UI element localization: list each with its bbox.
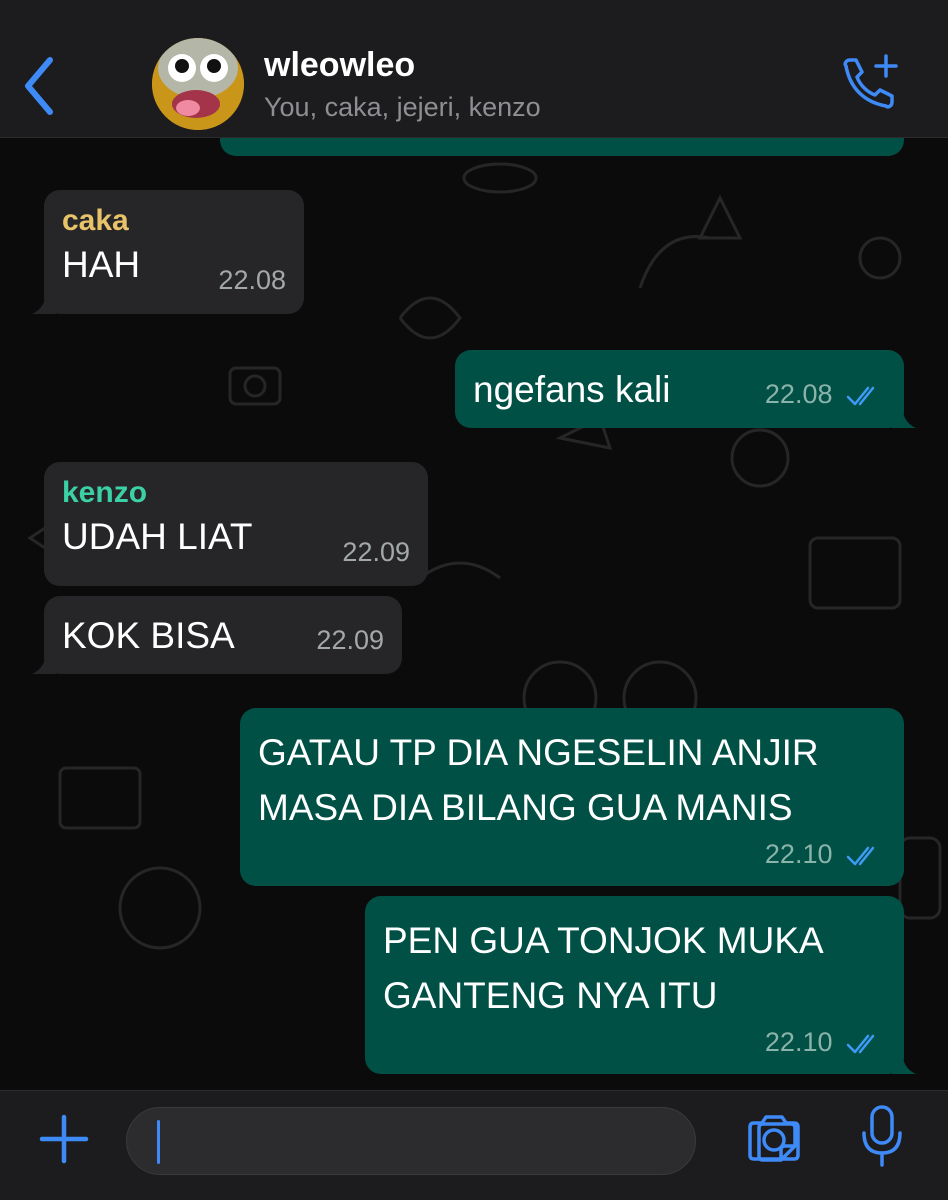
read-ticks-icon	[846, 386, 875, 406]
message-time-label: 22.10	[764, 839, 833, 870]
message-incoming[interactable]: kenzo UDAH LIAT 22.09	[44, 462, 428, 586]
bubble-tail	[32, 650, 56, 674]
message-text-line: GATAU TP DIA NGESELIN ANJIR	[258, 732, 819, 773]
sender-name: caka	[62, 204, 129, 237]
message-input[interactable]	[126, 1107, 797, 1175]
bubble-tail	[32, 290, 56, 314]
chat-members[interactable]: You, caka, jejeri, kenzo	[264, 92, 541, 123]
message-time: 22.09	[342, 537, 410, 568]
group-avatar[interactable]	[152, 38, 244, 130]
camera-icon	[748, 1115, 800, 1161]
read-ticks-icon	[846, 1034, 875, 1054]
message-time-label: 22.08	[764, 379, 833, 410]
message-time-label: 22.10	[764, 1027, 833, 1058]
group-avatar-image	[152, 38, 244, 130]
message-incoming[interactable]: caka HAH 22.08	[32, 190, 304, 314]
message-time: 22.09	[316, 625, 384, 656]
message-time: 22.08	[218, 265, 286, 296]
message-time: 22.08	[765, 376, 884, 414]
add-call-icon	[843, 54, 898, 109]
chat-header: wleowleo You, caka, jejeri, kenzo	[0, 0, 948, 138]
plus-icon	[39, 1114, 89, 1164]
compose-bar	[0, 1090, 948, 1200]
message-time: 22.10	[765, 1024, 884, 1062]
voice-message-button[interactable]	[860, 1105, 904, 1169]
message-outgoing[interactable]: GATAU TP DIA NGESELIN ANJIR MASA DIA BIL…	[240, 708, 904, 886]
back-button[interactable]	[18, 48, 68, 118]
chevron-left-icon	[25, 57, 53, 115]
read-ticks-icon	[846, 846, 875, 866]
message-text-line: MASA DIA BILANG GUA MANIS	[258, 787, 793, 828]
message-partial-top	[220, 138, 904, 156]
microphone-icon	[862, 1105, 902, 1167]
message-time: 22.10	[765, 836, 884, 874]
message-incoming[interactable]: KOK BISA 22.09	[32, 596, 402, 674]
message-list[interactable]: caka HAH 22.08 ngefans kali 22.08 kenzo …	[0, 138, 948, 1090]
message-text-line: GANTENG NYA ITU	[383, 975, 718, 1016]
message-outgoing[interactable]: PEN GUA TONJOK MUKA GANTENG NYA ITU 22.1…	[365, 896, 916, 1074]
bubble-tail	[892, 404, 916, 428]
message-text-line: PEN GUA TONJOK MUKA	[383, 920, 824, 961]
chat-title[interactable]: wleowleo	[264, 46, 415, 85]
add-call-button[interactable]	[832, 50, 902, 120]
text-caret	[157, 1120, 160, 1164]
message-outgoing[interactable]: ngefans kali 22.08	[455, 350, 916, 428]
camera-button[interactable]	[744, 1113, 804, 1163]
sender-name: kenzo	[62, 476, 148, 509]
bubble-tail	[892, 1050, 916, 1074]
attach-button[interactable]	[36, 1111, 92, 1167]
